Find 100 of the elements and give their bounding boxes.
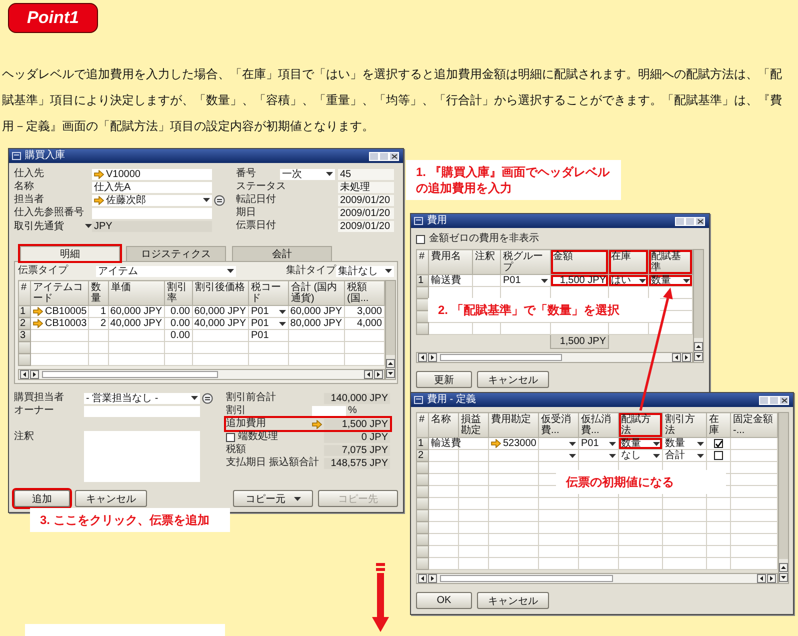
link-arrow-icon[interactable] — [94, 196, 104, 204]
column-header[interactable]: 名称 — [428, 412, 458, 438]
scroll-right-icon[interactable] — [30, 370, 39, 379]
caret-icon[interactable] — [541, 278, 548, 282]
column-header[interactable]: 税額 (国... — [344, 280, 384, 306]
column-header[interactable]: 配賦方法 — [618, 412, 662, 438]
input-field[interactable]: - 営業担当なし - — [84, 392, 200, 404]
memo-field[interactable] — [84, 431, 200, 482]
caret-icon[interactable] — [653, 454, 660, 458]
tab[interactable]: ロジスティクス — [126, 246, 226, 261]
caret-icon[interactable] — [569, 454, 576, 458]
column-header[interactable]: 在庫 — [706, 412, 730, 438]
checkbox[interactable] — [714, 439, 723, 448]
scroll-left-icon[interactable] — [364, 370, 373, 379]
input-field[interactable]: 2009/01/20 — [338, 208, 394, 218]
dialog-button[interactable]: キャンセル — [75, 490, 147, 507]
scroll-left-icon[interactable] — [20, 370, 29, 379]
input-field[interactable] — [84, 406, 200, 416]
input-field[interactable] — [92, 208, 212, 218]
column-header[interactable]: 在庫 — [608, 250, 648, 274]
caret-icon[interactable] — [697, 454, 704, 458]
column-header[interactable]: 仮受消費... — [538, 412, 578, 438]
vertical-scrollbar[interactable] — [778, 412, 789, 584]
link-arrow-icon[interactable] — [312, 420, 322, 428]
scroll-left-icon[interactable] — [418, 353, 427, 362]
scroll-down-icon[interactable] — [386, 369, 395, 378]
row-header[interactable]: 2 — [416, 450, 428, 462]
column-header[interactable]: 費用名 — [428, 250, 472, 274]
window-controls-icon[interactable] — [759, 396, 790, 404]
column-header[interactable]: 費用勘定 — [488, 412, 538, 438]
caret-icon[interactable] — [683, 278, 690, 282]
caret-icon[interactable] — [85, 224, 92, 228]
scroll-right-icon[interactable] — [374, 370, 383, 379]
column-header[interactable]: 税コード — [248, 280, 288, 306]
link-arrow-icon[interactable] — [94, 170, 104, 178]
horizontal-scrollbar[interactable] — [416, 352, 693, 363]
column-header[interactable]: 注釈 — [472, 250, 500, 274]
caret-icon[interactable] — [697, 442, 704, 446]
column-header[interactable]: 税グループ — [500, 250, 550, 274]
caret-icon[interactable] — [279, 322, 286, 326]
scroll-down-icon[interactable] — [779, 573, 788, 582]
column-header[interactable]: 割引後価格 — [192, 280, 248, 306]
input-field[interactable]: V10000 — [92, 168, 212, 180]
column-header[interactable]: 数量 — [88, 280, 108, 306]
scroll-right-icon[interactable] — [428, 574, 437, 583]
scroll-up-icon[interactable] — [386, 359, 395, 368]
checkbox[interactable] — [714, 451, 723, 460]
window-controls-icon[interactable] — [369, 152, 400, 160]
caret-icon[interactable] — [385, 269, 392, 273]
column-header[interactable]: 割引率 — [164, 280, 192, 306]
caret-icon[interactable] — [294, 496, 300, 500]
column-header[interactable]: 金額 — [550, 250, 608, 274]
scroll-left-icon[interactable] — [672, 353, 681, 362]
row-header[interactable]: 1 — [416, 274, 428, 286]
caret-icon[interactable] — [203, 198, 210, 202]
caret-icon[interactable] — [279, 310, 286, 314]
scroll-right-icon[interactable] — [682, 353, 691, 362]
horizontal-scrollbar[interactable] — [18, 369, 385, 380]
column-header[interactable]: アイテムコード — [30, 280, 88, 306]
scroll-right-icon[interactable] — [428, 353, 437, 362]
currency-dropdown[interactable]: 取引先通貨 — [14, 220, 92, 232]
input-field[interactable]: 45 — [338, 168, 394, 180]
caret-icon[interactable] — [569, 442, 576, 446]
dialog-button[interactable]: OK — [416, 592, 472, 609]
window-controls-icon[interactable] — [675, 216, 706, 226]
scroll-right-icon[interactable] — [767, 574, 776, 583]
column-header[interactable]: 配賦基準 — [648, 250, 692, 274]
dialog-button[interactable]: キャンセル — [477, 371, 549, 388]
scroll-left-icon[interactable] — [418, 574, 427, 583]
row-header[interactable]: 2 — [18, 318, 30, 330]
dialog-button[interactable]: 更新 — [416, 371, 472, 388]
checkbox[interactable] — [226, 432, 235, 442]
series-dropdown[interactable]: 一次 — [280, 168, 335, 180]
input-field[interactable]: 仕入先A — [92, 182, 212, 192]
dialog-button[interactable]: 追加 — [14, 490, 70, 507]
input-field[interactable]: 2009/01/20 — [338, 194, 394, 206]
column-header[interactable]: 合計 (国内通貨) — [288, 280, 344, 306]
scroll-left-icon[interactable] — [757, 574, 766, 583]
column-header[interactable]: 損益勘定 — [458, 412, 488, 438]
caret-icon[interactable] — [609, 454, 616, 458]
vertical-scrollbar[interactable] — [693, 249, 704, 363]
list-button-icon[interactable] — [214, 194, 225, 206]
input-field[interactable]: 未処理 — [338, 182, 394, 192]
list-button-icon[interactable] — [202, 392, 213, 404]
input-field[interactable]: 佐藤次郎 — [92, 194, 212, 206]
row-header[interactable]: 3 — [18, 330, 30, 342]
column-header[interactable]: 固定金額 -... — [730, 412, 778, 438]
tab[interactable]: 明細 — [20, 246, 120, 261]
summary-type-dropdown[interactable]: 集計なし — [336, 266, 394, 276]
split-button[interactable]: コピー元 — [233, 490, 313, 507]
link-arrow-icon[interactable] — [491, 439, 501, 448]
row-header[interactable]: 1 — [18, 306, 30, 318]
column-header[interactable]: 割引方法 — [662, 412, 706, 438]
document-type-dropdown[interactable]: アイテム — [96, 266, 236, 276]
column-header[interactable]: 仮払消費... — [578, 412, 618, 438]
tab[interactable]: 会計 — [232, 246, 332, 261]
caret-icon[interactable] — [639, 278, 646, 282]
caret-icon[interactable] — [653, 442, 660, 446]
horizontal-scrollbar[interactable] — [416, 573, 778, 584]
scroll-up-icon[interactable] — [694, 342, 703, 351]
